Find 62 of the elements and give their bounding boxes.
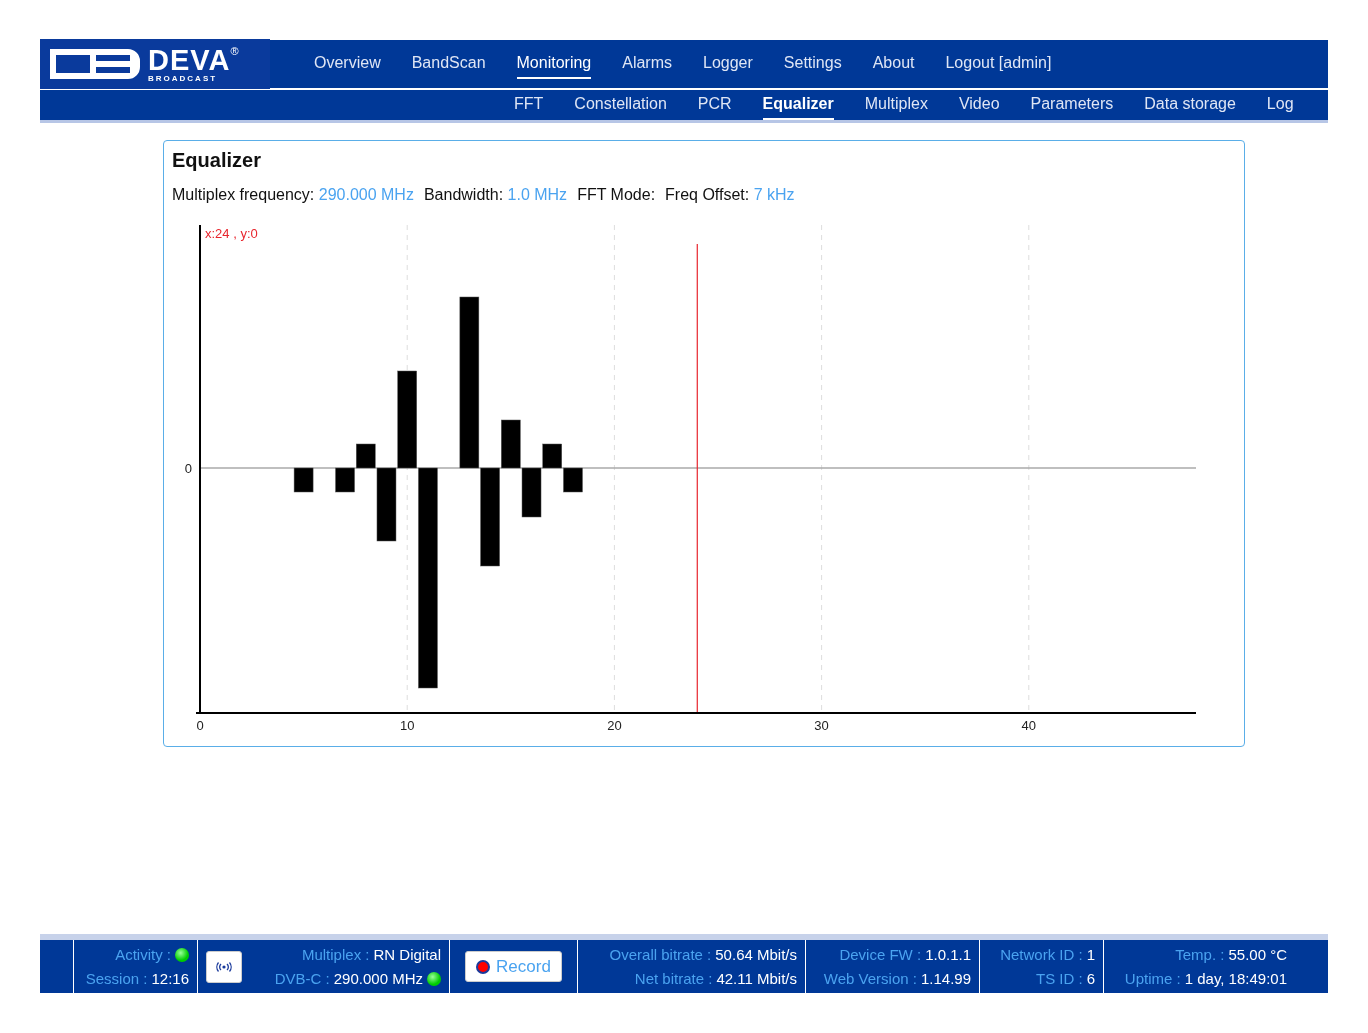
status-label: Net bitrate : — [634, 968, 713, 989]
info-text: Freq Offset: 7 kHz — [665, 185, 795, 205]
status-value: 1.0.1.1 — [925, 944, 971, 965]
status-value: 42.11 Mbit/s — [716, 968, 797, 989]
logo-name: DEVA — [148, 45, 231, 75]
x-tick-label: 20 — [607, 718, 622, 733]
x-tick-label: 10 — [399, 718, 415, 733]
status-value: 1 — [1086, 944, 1095, 965]
nav-tab[interactable]: PCR — [697, 90, 732, 120]
nav-tab[interactable]: Alarms — [622, 49, 672, 79]
cursor-label: x:24 , y:0 — [205, 226, 258, 241]
broadcast-icon — [216, 961, 232, 972]
status-value: 1 day, 18:49:01 — [1184, 968, 1287, 989]
x-tick-label: 30 — [814, 718, 829, 733]
info-text: FFT Mode: — [577, 185, 656, 205]
status-value: 50.64 Mbit/s — [715, 944, 797, 965]
status-label: Multiplex : — [301, 944, 370, 965]
nav-tab[interactable]: Data storage — [1144, 90, 1236, 120]
nav-tab[interactable]: Video — [958, 90, 1000, 120]
nav-tab[interactable]: Multiplex — [864, 90, 928, 120]
logo-mark-icon — [50, 49, 140, 79]
nav-tab[interactable]: BandScan — [411, 49, 486, 79]
x-tick-label: 40 — [1021, 718, 1037, 733]
status-label: Web Version : — [823, 968, 917, 989]
status-value: 1.14.99 — [920, 968, 971, 989]
nav-tab[interactable]: Equalizer — [762, 90, 834, 120]
info-text: Bandwidth: 1.0 MHz — [423, 185, 568, 205]
status-label: Activity : — [115, 944, 171, 965]
broadcast-button[interactable] — [206, 950, 242, 983]
info-text: Multiplex frequency: 290.000 MHz — [172, 185, 414, 205]
bar — [293, 467, 314, 493]
nav-tab[interactable]: Monitoring — [516, 49, 592, 79]
nav-tab[interactable]: Constellation — [574, 90, 667, 120]
nav-tab[interactable]: Overview — [314, 49, 381, 79]
record-dot-icon — [476, 959, 491, 974]
status-label: Network ID : — [1000, 944, 1083, 965]
nav-tab[interactable]: About — [872, 49, 915, 79]
nav-tab[interactable]: Log — [1266, 90, 1294, 120]
nav-tab[interactable]: Logger — [703, 49, 753, 79]
status-value: 6 — [1086, 968, 1095, 989]
x-tick-label: 0 — [196, 718, 204, 733]
status-label: DVB-C : — [274, 968, 330, 989]
status-label: Device FW : — [839, 944, 922, 965]
status-value: RN Digital — [373, 944, 441, 965]
status-label: Uptime : — [1124, 968, 1181, 989]
status-label: TS ID : — [1036, 968, 1083, 989]
status-value: 55.00 °C — [1228, 944, 1287, 965]
status-value: 12:16 — [151, 968, 189, 989]
status-label: Temp. : — [1175, 944, 1225, 965]
logo-tagline: BROADCAST — [148, 74, 219, 83]
bar — [563, 467, 583, 493]
nav-tab[interactable]: Logout [admin] — [945, 49, 1052, 79]
status-label: Session : — [85, 968, 148, 989]
bar — [335, 467, 355, 493]
registered-mark: ® — [230, 45, 239, 57]
nav-tab[interactable]: FFT — [514, 90, 544, 120]
nav-tab[interactable]: Settings — [783, 49, 842, 79]
nav-tab[interactable]: Parameters — [1030, 90, 1114, 120]
y-tick-label: 0 — [184, 461, 192, 476]
panel-title: Equalizer — [172, 148, 262, 173]
status-value: 290.000 MHz — [333, 968, 423, 989]
status-label: Overall bitrate : — [609, 944, 712, 965]
